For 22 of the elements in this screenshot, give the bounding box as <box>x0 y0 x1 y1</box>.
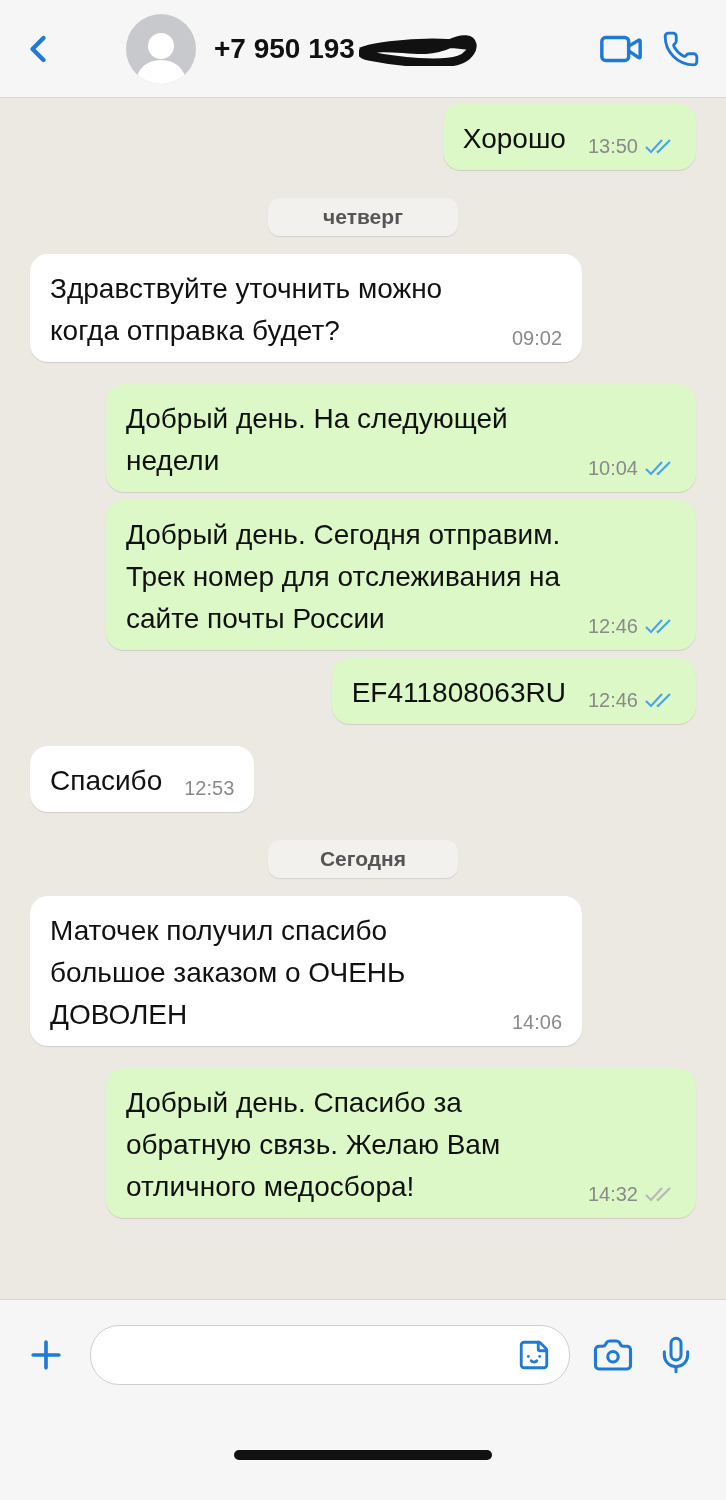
message-time: 13:50 <box>587 134 638 159</box>
message-time: 09:02 <box>512 326 563 351</box>
date-chip: Сегодня <box>268 840 458 878</box>
message-time: 14:06 <box>512 1010 563 1035</box>
phone-call-icon[interactable] <box>662 29 700 68</box>
message-text: Добрый день. На следующей недели <box>125 402 509 478</box>
message-text: Хорошо <box>462 122 566 156</box>
message-time: 12:46 <box>587 688 638 713</box>
message-time: 12:46 <box>587 614 638 639</box>
message-time: 12:53 <box>184 776 235 801</box>
message-text: Добрый день. Спасибо за обратную связь. Желаю Вам отличного медосбора! <box>125 1086 502 1204</box>
message-text: Добрый день. Сегодня отправим. Трек номер для отслеживания на сайте почты России <box>125 518 562 636</box>
message-time: 14:32 <box>587 1182 638 1207</box>
message-text: Здравствуйте уточнить можно когда отправка будет? <box>50 272 444 348</box>
message-input[interactable] <box>90 1325 570 1385</box>
date-chip: четверг <box>268 198 458 236</box>
message-text: Спасибо <box>50 764 163 798</box>
sticker-icon[interactable] <box>517 1338 551 1372</box>
message-text: Маточек получил спасибо большое заказом о ОЧЕНЬ ДОВОЛЕН <box>50 914 407 1032</box>
contact-name[interactable]: +7 950 193 <box>214 32 355 65</box>
message-text: EF411808063RU <box>351 676 566 710</box>
message-time: 10:04 <box>587 456 638 481</box>
